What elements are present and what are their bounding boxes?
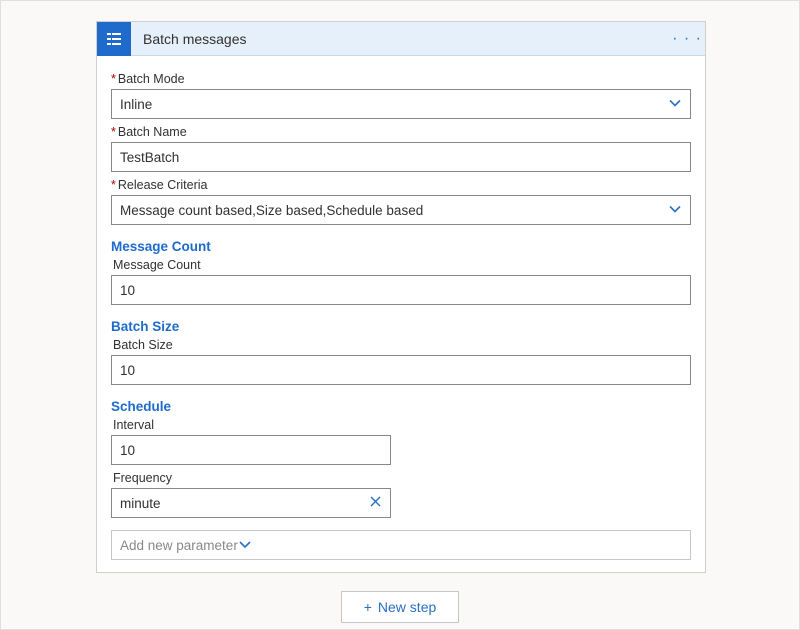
card-header: Batch messages · · ·	[97, 22, 705, 56]
card-title: Batch messages	[131, 31, 669, 47]
batch-icon	[97, 22, 131, 56]
interval-value: 10	[120, 443, 135, 458]
release-criteria-value: Message count based,Size based,Schedule …	[120, 203, 423, 218]
chevron-down-icon	[668, 97, 682, 112]
message-count-value: 10	[120, 283, 135, 298]
frequency-label: Frequency	[113, 471, 691, 485]
interval-input[interactable]: 10	[111, 435, 391, 465]
batch-mode-value: Inline	[120, 97, 152, 112]
batch-name-input[interactable]: TestBatch	[111, 142, 691, 172]
chevron-down-icon	[668, 203, 682, 218]
plus-icon: +	[364, 599, 372, 615]
frequency-input[interactable]: minute	[111, 488, 391, 518]
batch-size-label: Batch Size	[113, 338, 691, 352]
more-menu-button[interactable]: · · ·	[669, 30, 705, 48]
card-body: *Batch Mode Inline *Batch Name TestBatch…	[97, 56, 705, 572]
clear-icon[interactable]	[369, 495, 382, 511]
section-batch-size-title: Batch Size	[111, 319, 691, 334]
new-step-container: + New step	[96, 591, 704, 623]
frequency-value: minute	[120, 496, 161, 511]
batch-mode-label: *Batch Mode	[111, 72, 691, 86]
batch-size-value: 10	[120, 363, 135, 378]
message-count-input[interactable]: 10	[111, 275, 691, 305]
section-message-count-title: Message Count	[111, 239, 691, 254]
section-schedule-title: Schedule	[111, 399, 691, 414]
add-param-placeholder: Add new parameter	[120, 538, 238, 553]
new-step-label: New step	[378, 599, 436, 615]
release-criteria-label: *Release Criteria	[111, 178, 691, 192]
batch-name-value: TestBatch	[120, 150, 179, 165]
message-count-label: Message Count	[113, 258, 691, 272]
new-step-button[interactable]: + New step	[341, 591, 460, 623]
add-new-parameter-dropdown[interactable]: Add new parameter	[111, 530, 691, 560]
designer-canvas: Batch messages · · · *Batch Mode Inline …	[0, 0, 800, 630]
interval-label: Interval	[113, 418, 691, 432]
chevron-down-icon	[238, 538, 252, 553]
batch-messages-card: Batch messages · · · *Batch Mode Inline …	[96, 21, 706, 573]
release-criteria-select[interactable]: Message count based,Size based,Schedule …	[111, 195, 691, 225]
batch-name-label: *Batch Name	[111, 125, 691, 139]
batch-size-input[interactable]: 10	[111, 355, 691, 385]
batch-mode-select[interactable]: Inline	[111, 89, 691, 119]
